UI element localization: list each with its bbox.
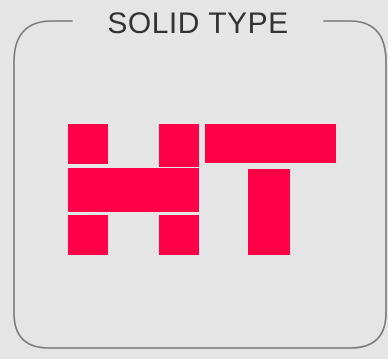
logo-block — [159, 215, 199, 255]
card-heading: SOLID TYPE — [84, 4, 312, 44]
logo-block — [68, 124, 108, 164]
solid-type-card: SOLID TYPE — [0, 0, 388, 359]
logo-block — [68, 215, 108, 255]
ht-logo-icon — [67, 124, 337, 256]
logo-block — [205, 124, 336, 163]
logo-block — [68, 168, 199, 212]
logo-block — [159, 124, 199, 167]
logo-block — [248, 169, 290, 255]
